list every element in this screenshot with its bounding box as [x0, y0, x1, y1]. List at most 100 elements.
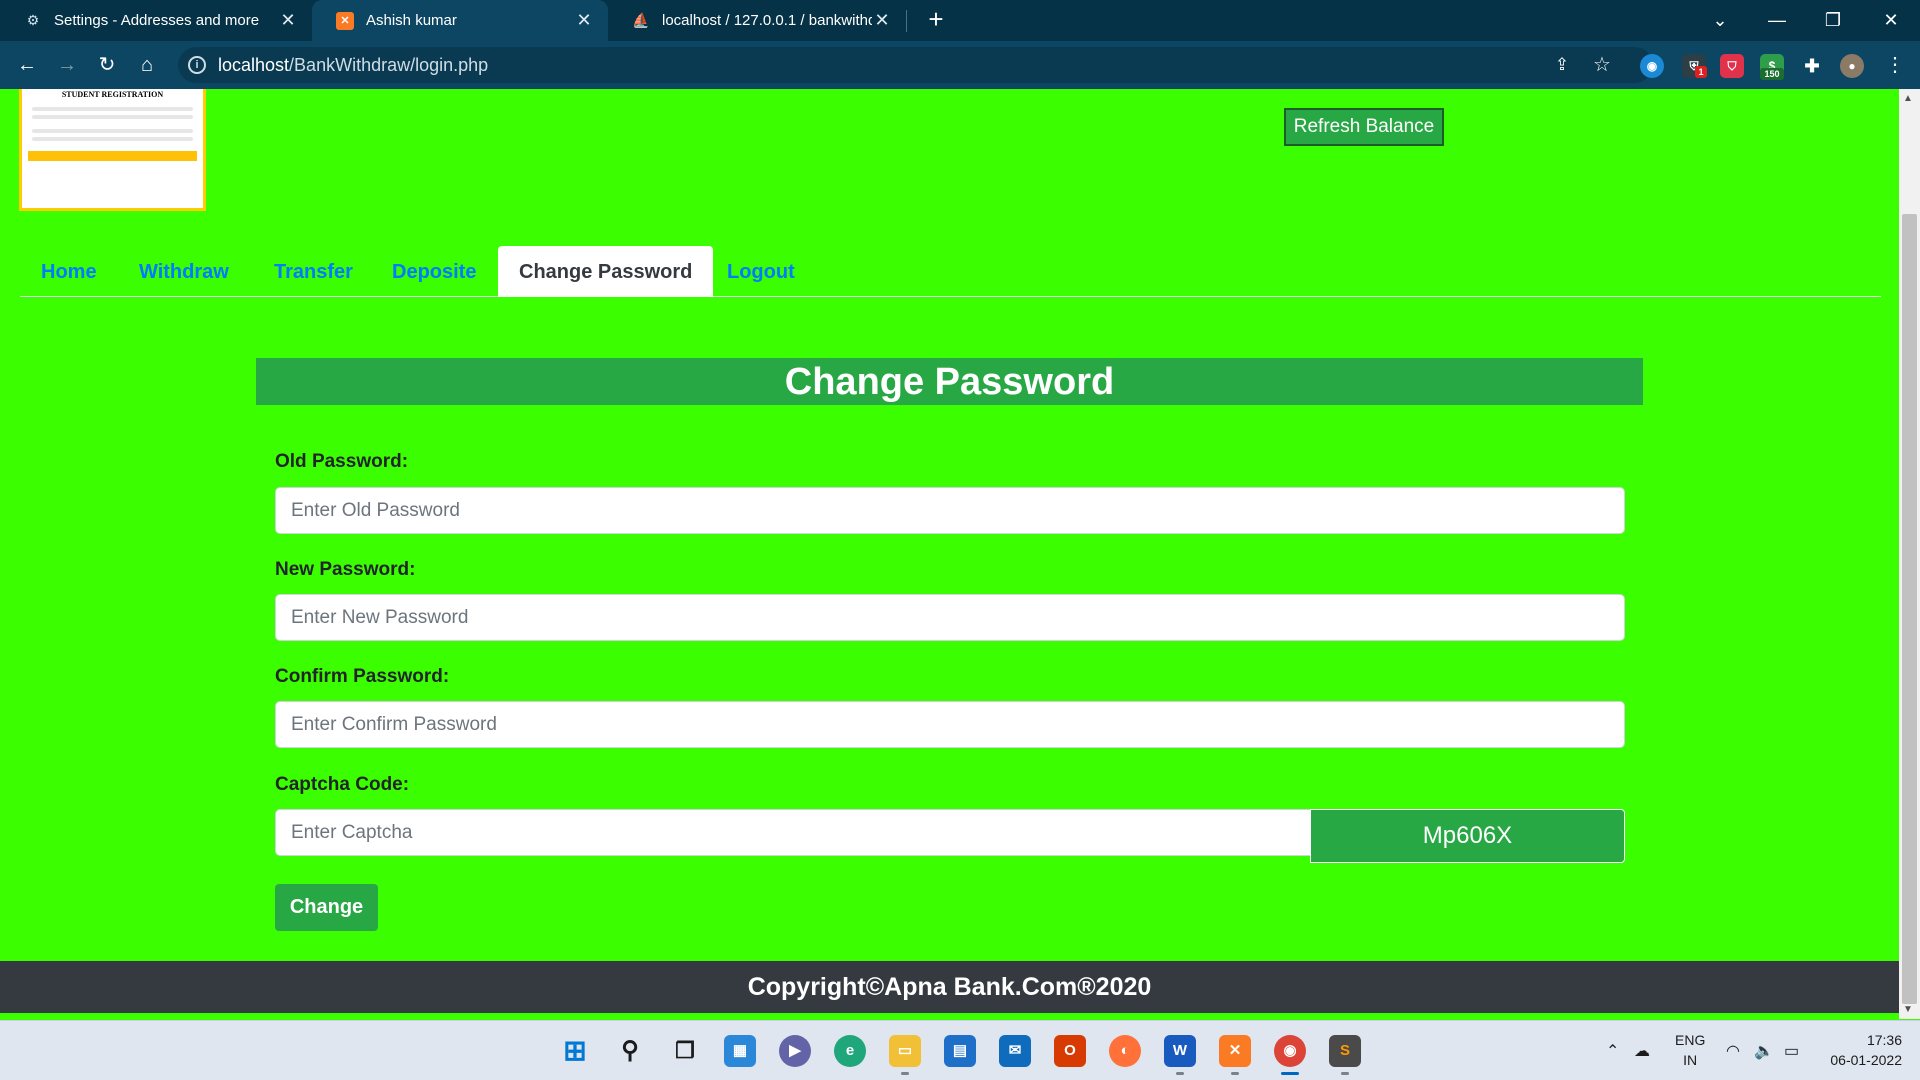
tab-phpmyadmin[interactable]: ⛵ localhost / 127.0.0.1 / bankwithd ✕	[608, 0, 906, 41]
edge-icon[interactable]: e	[834, 1035, 866, 1067]
new-tab-button[interactable]: +	[922, 6, 950, 34]
refresh-balance-button[interactable]: Refresh Balance	[1284, 108, 1444, 146]
word-icon[interactable]: W	[1164, 1035, 1196, 1067]
footer-copyright: Copyright©Apna Bank.Com®2020	[0, 961, 1899, 1013]
lang-code: ENG	[1675, 1032, 1706, 1048]
new-password-input[interactable]	[275, 594, 1625, 641]
file-explorer-icon[interactable]: ▭	[889, 1035, 921, 1067]
restore-icon[interactable]: ❐	[1818, 8, 1848, 32]
url-text[interactable]: localhost/BankWithdraw/login.php	[218, 55, 488, 76]
xampp-icon[interactable]: ✕	[1219, 1035, 1251, 1067]
extension-green-icon[interactable]: $ 150	[1760, 54, 1784, 80]
confirm-password-label: Confirm Password:	[275, 666, 450, 687]
nav-change-password[interactable]: Change Password	[498, 246, 714, 297]
logo-line	[32, 115, 193, 119]
close-icon[interactable]: ✕	[574, 10, 594, 31]
new-password-label: New Password:	[275, 559, 416, 580]
extension-badge: 150	[1760, 68, 1784, 80]
scrollbar-thumb[interactable]	[1902, 214, 1917, 1004]
captcha-code-display: Mp606X	[1310, 809, 1625, 863]
logo-line	[32, 137, 193, 141]
clock-date: 06-01-2022	[1830, 1052, 1902, 1068]
logo-title: STUDENT REGISTRATION	[61, 90, 164, 99]
reload-icon[interactable]: ↻	[92, 50, 122, 80]
captcha-label: Captcha Code:	[275, 774, 410, 795]
system-clock[interactable]: 17:36 06-01-2022	[1822, 1030, 1902, 1070]
tab-title: Ashish kumar	[366, 12, 457, 29]
page-scrollbar[interactable]: ▲ ▼	[1899, 89, 1920, 1019]
url-host: localhost	[218, 55, 290, 75]
running-indicator	[1341, 1072, 1349, 1075]
extension-badge: 1	[1695, 66, 1707, 78]
task-view-icon[interactable]: ❐	[669, 1035, 701, 1067]
scroll-down-icon[interactable]: ▼	[1903, 1004, 1913, 1015]
url-path: /BankWithdraw/login.php	[289, 55, 489, 75]
nav-transfer[interactable]: Transfer	[253, 246, 374, 297]
close-window-icon[interactable]: ✕	[1876, 8, 1906, 32]
running-indicator	[1176, 1072, 1184, 1075]
running-indicator-active	[1281, 1072, 1299, 1075]
running-indicator	[1231, 1072, 1239, 1075]
captcha-input[interactable]	[275, 809, 1311, 856]
extension-blue-icon[interactable]: ◉	[1640, 54, 1664, 78]
extension-shield-icon[interactable]: ⛨ 1	[1682, 54, 1707, 78]
close-icon[interactable]: ✕	[278, 10, 298, 31]
close-icon[interactable]: ✕	[872, 10, 892, 31]
lang-region: IN	[1683, 1052, 1698, 1068]
onedrive-icon[interactable]: ☁	[1634, 1041, 1650, 1061]
xampp-icon: ✕	[336, 11, 354, 30]
windows-taskbar: ⊞ ⚲ ❐ ▦ ▶ e ▭ ▤ ✉ O ◐ W ✕ ◉ S ⌃ ☁ ENG IN…	[0, 1020, 1920, 1080]
search-icon[interactable]: ⚲	[614, 1035, 646, 1067]
clock-time: 17:36	[1866, 1032, 1902, 1048]
change-button[interactable]: Change	[275, 884, 378, 931]
running-indicator	[901, 1072, 909, 1075]
browser-toolbar: ← → ↻ ⌂ i localhost/BankWithdraw/login.p…	[0, 41, 1920, 89]
main-nav-tabs: Home Withdraw Transfer Deposite Change P…	[20, 246, 1881, 297]
nav-logout[interactable]: Logout	[706, 246, 816, 297]
menu-kebab-icon[interactable]: ⋮	[1880, 50, 1910, 80]
share-icon[interactable]: ⇪	[1547, 50, 1577, 80]
forward-icon[interactable]: →	[52, 50, 82, 80]
scroll-up-icon[interactable]: ▲	[1903, 93, 1913, 104]
sublime-text-icon[interactable]: S	[1329, 1035, 1361, 1067]
confirm-password-input[interactable]	[275, 701, 1625, 748]
tab-ashish-kumar[interactable]: ✕ Ashish kumar ✕	[312, 0, 608, 41]
teams-chat-icon[interactable]: ▶	[779, 1035, 811, 1067]
tab-title: localhost / 127.0.0.1 / bankwithd	[662, 12, 872, 29]
show-hidden-icons-icon[interactable]: ⌃	[1606, 1041, 1619, 1061]
microsoft-store-icon[interactable]: ▤	[944, 1035, 976, 1067]
bookmark-star-icon[interactable]: ☆	[1587, 50, 1617, 80]
volume-icon[interactable]: 🔈	[1754, 1041, 1774, 1061]
logo-line	[32, 129, 193, 133]
tab-search-icon[interactable]: ⌄	[1705, 8, 1735, 32]
extensions-puzzle-icon[interactable]: ✚	[1800, 54, 1824, 78]
site-logo-image: STUDENT REGISTRATION	[19, 89, 206, 211]
tab-settings[interactable]: ⚙ Settings - Addresses and more ✕	[0, 0, 312, 41]
pocket-icon[interactable]: ⛉	[1720, 54, 1744, 78]
nav-withdraw[interactable]: Withdraw	[118, 246, 250, 297]
browser-tab-strip: ⚙ Settings - Addresses and more ✕ ✕ Ashi…	[0, 0, 1920, 41]
old-password-label: Old Password:	[275, 451, 409, 472]
office-icon[interactable]: O	[1054, 1035, 1086, 1067]
logo-line	[32, 107, 193, 111]
tab-title: Settings - Addresses and more	[54, 12, 260, 29]
logo-button	[28, 151, 197, 161]
profile-avatar[interactable]: ●	[1840, 54, 1864, 78]
nav-home[interactable]: Home	[20, 246, 118, 297]
home-icon[interactable]: ⌂	[132, 50, 162, 80]
firefox-icon[interactable]: ◐	[1109, 1035, 1141, 1067]
gear-icon: ⚙	[26, 12, 40, 28]
windows-start-icon[interactable]: ⊞	[559, 1035, 591, 1067]
nav-deposite[interactable]: Deposite	[371, 246, 497, 297]
mail-icon[interactable]: ✉	[999, 1035, 1031, 1067]
wifi-icon[interactable]: ◠	[1726, 1041, 1740, 1061]
site-info-icon[interactable]: i	[188, 56, 206, 74]
chrome-icon[interactable]: ◉	[1274, 1035, 1306, 1067]
old-password-input[interactable]	[275, 487, 1625, 534]
back-icon[interactable]: ←	[12, 50, 42, 80]
widgets-icon[interactable]: ▦	[724, 1035, 756, 1067]
minimize-icon[interactable]: —	[1762, 8, 1792, 32]
battery-icon[interactable]: ▭	[1784, 1041, 1799, 1061]
form-title: Change Password	[256, 358, 1643, 405]
input-language[interactable]: ENG IN	[1675, 1030, 1705, 1070]
